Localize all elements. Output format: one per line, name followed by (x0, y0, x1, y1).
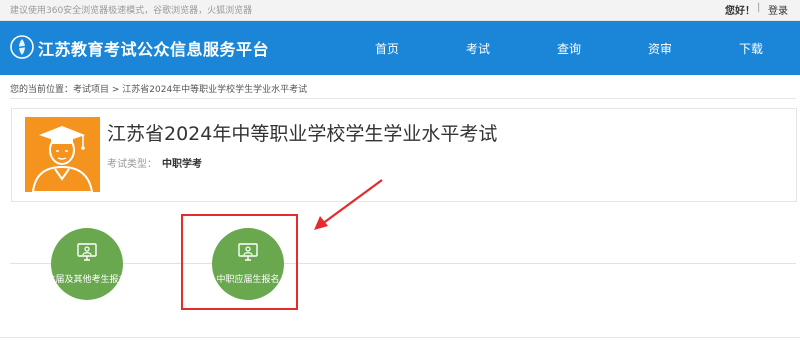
nav-review[interactable]: 资审 (648, 40, 672, 57)
breadcrumb: 您的当前位置：考试项目 > 江苏省2024年中等职业学校学生学业水平考试 (10, 85, 308, 95)
entry-label: 中职应届生报名 (216, 275, 280, 285)
entry-label: 往届及其他考生报名 (51, 275, 123, 285)
exam-card: 江苏省2024年中等职业学校学生学业水平考试 考试类型： 中职学考 (11, 108, 797, 202)
registration-current-graduates-button[interactable]: 中职应届生报名 (212, 228, 284, 300)
site-title: 江苏教育考试公众信息服务平台 (38, 40, 270, 59)
divider (10, 263, 796, 264)
exam-title: 江苏省2024年中等职业学校学生学业水平考试 (107, 123, 498, 145)
browser-notice: 建议使用360安全浏览器极速模式，谷歌浏览器，火狐浏览器 (10, 6, 253, 16)
nav-download[interactable]: 下载 (739, 40, 763, 57)
exam-type-value: 中职学考 (162, 159, 202, 170)
monitor-user-icon (238, 243, 258, 261)
exam-type-label: 考试类型： (107, 159, 157, 170)
login-link[interactable]: 登录 (768, 2, 788, 17)
greeting: 您好！ (725, 6, 755, 17)
footer-divider (0, 337, 800, 338)
nav-query[interactable]: 查询 (557, 40, 581, 57)
divider (10, 98, 796, 99)
monitor-user-icon (77, 243, 97, 261)
graduate-avatar-icon (25, 117, 100, 193)
separator: | (757, 2, 761, 13)
site-logo-icon (10, 35, 34, 59)
nav-home[interactable]: 首页 (375, 40, 399, 57)
annotation-arrow-icon (314, 179, 383, 230)
site-header: 江苏教育考试公众信息服务平台 首页 考试 查询 资审 下载 (0, 21, 800, 75)
nav-exam[interactable]: 考试 (466, 40, 490, 57)
browser-notice-bar: 建议使用360安全浏览器极速模式，谷歌浏览器，火狐浏览器 您好！ | 登录 (0, 0, 800, 21)
registration-previous-and-other-button[interactable]: 往届及其他考生报名 (51, 228, 123, 300)
